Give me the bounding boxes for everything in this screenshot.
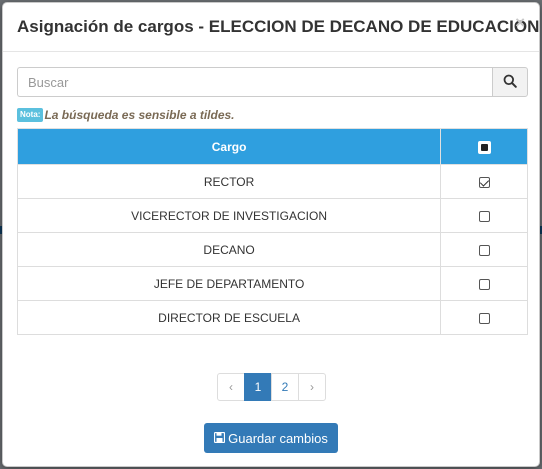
- modal-header: Asignación de cargos - ELECCION DE DECAN…: [3, 3, 539, 52]
- note: Nota: La búsqueda es sensible a tildes.: [17, 108, 235, 122]
- search-group: [17, 67, 528, 97]
- column-header-select-all: [440, 128, 528, 165]
- pagination-page-2[interactable]: 2: [271, 373, 299, 401]
- pagination: ‹ 1 2 ›: [217, 373, 326, 401]
- select-cell: [440, 164, 528, 199]
- cargo-table: Cargo RECTOR VICERECTOR DE INVESTIGACION D…: [16, 128, 528, 335]
- modal-title: Asignación de cargos - ELECCION DE DECAN…: [17, 17, 540, 36]
- table-row: JEFE DE DEPARTAMENTO: [16, 266, 528, 301]
- column-header-cargo: Cargo: [16, 128, 442, 165]
- cargo-cell: RECTOR: [16, 164, 442, 199]
- pagination-page-1[interactable]: 1: [244, 373, 272, 401]
- pagination-next[interactable]: ›: [298, 373, 326, 401]
- close-button[interactable]: ×: [515, 13, 525, 33]
- select-cell: [440, 198, 528, 233]
- modal-dialog: Asignación de cargos - ELECCION DE DECAN…: [2, 2, 540, 467]
- save-button-label: Guardar cambios: [228, 430, 328, 446]
- cargo-cell: VICERECTOR DE INVESTIGACION: [16, 198, 442, 233]
- row-checkbox[interactable]: [478, 210, 490, 222]
- note-badge: Nota:: [17, 108, 44, 122]
- floppy-disk-icon: [214, 431, 226, 446]
- row-checkbox[interactable]: [478, 244, 490, 256]
- cargo-cell: DECANO: [16, 232, 442, 267]
- table-row: DECANO: [16, 232, 528, 267]
- table-row: VICERECTOR DE INVESTIGACION: [16, 198, 528, 233]
- table-row: DIRECTOR DE ESCUELA: [16, 300, 528, 335]
- table-header-row: Cargo: [16, 128, 528, 165]
- row-checkbox[interactable]: [478, 176, 490, 188]
- note-text: La búsqueda es sensible a tildes.: [44, 108, 235, 122]
- select-cell: [440, 266, 528, 301]
- search-icon: [503, 74, 517, 91]
- cargo-cell: JEFE DE DEPARTAMENTO: [16, 266, 442, 301]
- save-button[interactable]: Guardar cambios: [204, 423, 338, 453]
- select-cell: [440, 232, 528, 267]
- search-input[interactable]: [17, 67, 492, 97]
- row-checkbox[interactable]: [478, 312, 490, 324]
- cargo-cell: DIRECTOR DE ESCUELA: [16, 300, 442, 335]
- table-row: RECTOR: [16, 164, 528, 199]
- pagination-prev[interactable]: ‹: [217, 373, 245, 401]
- select-cell: [440, 300, 528, 335]
- select-all-checkbox[interactable]: [477, 140, 491, 154]
- search-button[interactable]: [492, 67, 528, 97]
- row-checkbox[interactable]: [478, 278, 490, 290]
